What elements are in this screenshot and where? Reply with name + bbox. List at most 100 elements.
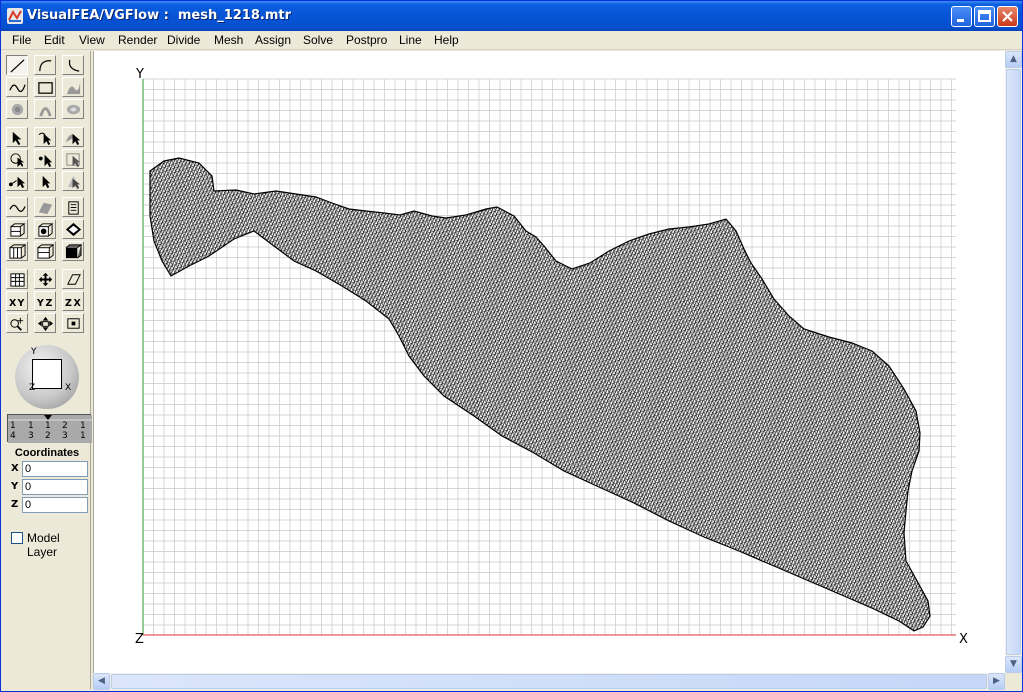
extrude-button[interactable] <box>34 99 56 119</box>
cube-view-1-button[interactable] <box>6 219 28 239</box>
ruler-label: 4 <box>10 431 16 441</box>
mesh-model[interactable] <box>149 157 931 632</box>
scroll-down-button[interactable]: ▼ <box>1005 656 1022 673</box>
vertical-scrollbar[interactable]: ▲ ▼ <box>1005 51 1022 673</box>
surface-sweep-button[interactable] <box>62 77 84 97</box>
view-xy-icon: XY <box>9 298 25 309</box>
view-orientation-widget[interactable]: Y X Z <box>15 345 79 409</box>
menu-help[interactable]: Help <box>434 33 459 47</box>
menu-line[interactable]: Line <box>399 33 422 47</box>
viewcube-x-label: X <box>65 383 72 393</box>
surface-patch-button[interactable] <box>34 197 56 217</box>
scale-ruler[interactable]: 1 1 1 2 1 4 3 2 3 1 <box>7 414 92 443</box>
spline-tool-button[interactable] <box>6 77 28 97</box>
viewport-drawing: Y Z X <box>135 67 968 647</box>
select-surface-button[interactable] <box>62 127 84 147</box>
select-curve-button[interactable] <box>34 127 56 147</box>
view-zx-button[interactable]: ZX <box>62 291 84 311</box>
axis-y-label: Y <box>135 67 144 82</box>
minimize-button[interactable] <box>951 6 972 27</box>
cube-iso-2-icon <box>37 244 55 259</box>
fit-button[interactable] <box>62 313 84 333</box>
close-button[interactable] <box>997 6 1018 27</box>
move-pointer-icon <box>9 176 26 189</box>
plane-outline-icon <box>67 274 81 285</box>
rectangle-tool-button[interactable] <box>34 77 56 97</box>
ruler-label: 1 <box>80 431 86 441</box>
coord-z-input[interactable]: 0 <box>22 497 88 513</box>
menu-edit[interactable]: Edit <box>44 33 65 47</box>
toolbox-panel: XYYZZX Y X Z 1 1 1 2 1 4 3 2 3 1 Coordin… <box>3 51 92 689</box>
view-yz-button[interactable]: YZ <box>34 291 56 311</box>
vertical-scroll-thumb[interactable] <box>1006 69 1021 655</box>
rotate-cube-button[interactable] <box>34 269 56 289</box>
select-node-button[interactable] <box>34 149 56 169</box>
pick-arrow-button[interactable] <box>34 171 56 191</box>
ruler-label: 1 <box>80 421 86 431</box>
close-icon <box>1002 11 1013 22</box>
torus-button[interactable] <box>62 99 84 119</box>
cube-view-3-button[interactable] <box>62 219 84 239</box>
cube-iso-1-button[interactable] <box>6 241 28 261</box>
grid-cube-button[interactable] <box>6 269 28 289</box>
coord-y-input[interactable]: 0 <box>22 479 88 495</box>
surface-sweep-icon <box>66 82 81 95</box>
menu-view[interactable]: View <box>79 33 105 47</box>
select-surface-icon <box>65 133 81 146</box>
select-region-button[interactable] <box>6 149 28 169</box>
cube-iso-2-button[interactable] <box>34 241 56 261</box>
maximize-button[interactable] <box>974 6 995 27</box>
surface-patch-icon <box>38 202 53 215</box>
pick-arrow-icon <box>42 175 51 189</box>
zoom-button[interactable] <box>6 313 28 333</box>
select-box-button[interactable] <box>62 149 84 169</box>
model-layer-checkbox[interactable] <box>11 532 23 544</box>
line-tool-button[interactable] <box>6 55 28 75</box>
minimize-icon <box>957 19 964 22</box>
scroll-left-button[interactable]: ◀ <box>93 673 110 690</box>
menu-postpro[interactable]: Postpro <box>346 33 387 47</box>
fit-icon <box>67 318 80 329</box>
cube-iso-1-icon <box>9 244 27 259</box>
scroll-right-button[interactable]: ▶ <box>988 673 1005 690</box>
layer-stack-button[interactable] <box>62 197 84 217</box>
svg-text:Y: Y <box>17 298 25 309</box>
menu-file[interactable]: File <box>12 33 31 47</box>
menu-render[interactable]: Render <box>118 33 157 47</box>
plane-outline-button[interactable] <box>62 269 84 289</box>
menu-divide[interactable]: Divide <box>167 33 200 47</box>
title-bar[interactable]: VisualFEA/VGFlow : mesh_1218.mtr <box>1 1 1022 31</box>
ruler-label: 1 <box>45 421 51 431</box>
horizontal-scrollbar[interactable]: ◀ ▶ <box>93 673 1005 690</box>
menu-bar: File Edit View Render Divide Mesh Assign… <box>1 31 1022 50</box>
horizontal-scroll-thumb[interactable] <box>111 674 987 689</box>
scroll-up-button[interactable]: ▲ <box>1005 51 1022 68</box>
svg-text:Z: Z <box>46 298 53 309</box>
select-node-icon <box>38 154 53 168</box>
pan-icon <box>37 316 54 332</box>
smooth-curve-button[interactable] <box>6 197 28 217</box>
arc-tool-button[interactable] <box>34 55 56 75</box>
arc-ccw-tool-icon <box>68 59 80 72</box>
menu-solve[interactable]: Solve <box>303 33 333 47</box>
coord-x-input[interactable]: 0 <box>22 461 88 477</box>
select-pointer-button[interactable] <box>6 127 28 147</box>
arc-ccw-tool-button[interactable] <box>62 55 84 75</box>
cube-iso-3-button[interactable] <box>62 241 84 261</box>
svg-text:X: X <box>9 298 17 309</box>
pan-button[interactable] <box>34 313 56 333</box>
smooth-curve-icon <box>9 204 26 212</box>
pick-face-button[interactable] <box>62 171 84 191</box>
move-pointer-button[interactable] <box>6 171 28 191</box>
model-layer-label: Model Layer <box>27 531 60 559</box>
maximize-icon <box>978 10 991 22</box>
rectangle-tool-icon <box>38 82 53 94</box>
cube-view-2-button[interactable] <box>34 219 56 239</box>
circle-solid-button[interactable] <box>6 99 28 119</box>
select-pointer-icon <box>12 131 22 146</box>
menu-mesh[interactable]: Mesh <box>214 33 243 47</box>
menu-assign[interactable]: Assign <box>255 33 291 47</box>
model-viewport[interactable]: Y Z X <box>93 51 1005 673</box>
grid-cube-icon <box>10 273 25 287</box>
view-xy-button[interactable]: XY <box>6 291 28 311</box>
